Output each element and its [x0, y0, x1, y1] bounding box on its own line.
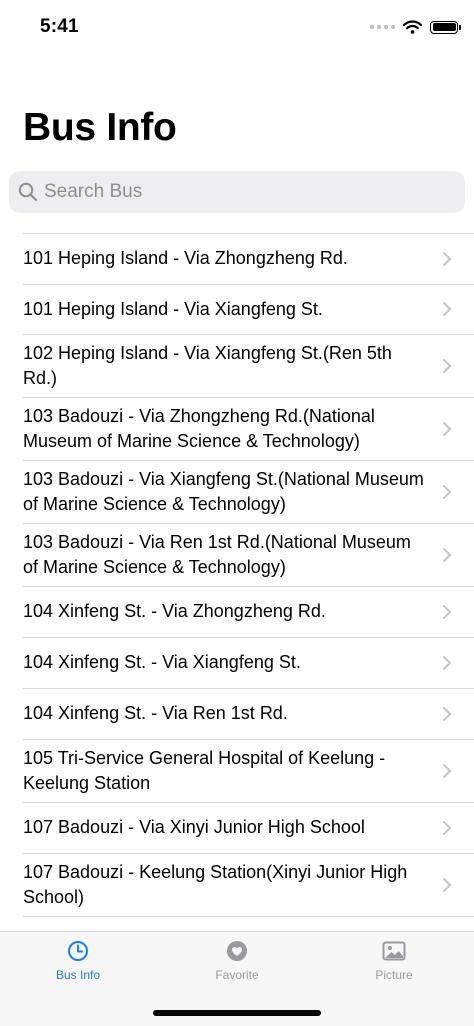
chevron-right-icon: [443, 820, 451, 835]
search-bar[interactable]: [9, 171, 465, 213]
route-row[interactable]: 104 Xinfeng St. - Via Ren 1st Rd.: [0, 688, 474, 739]
route-label: 101 Heping Island - Via Xiangfeng St.: [23, 298, 323, 319]
tab-bus-info[interactable]: Bus Info: [18, 940, 138, 982]
route-row[interactable]: 107 Bisha St. - Keelung Station(Xinyi Ju…: [0, 916, 474, 931]
route-row[interactable]: 104 Xinfeng St. - Via Zhongzheng Rd.: [0, 586, 474, 637]
route-label: 107 Badouzi - Keelung Station(Xinyi Juni…: [23, 861, 408, 907]
chevron-right-icon: [443, 763, 451, 778]
home-indicator: [153, 1010, 321, 1016]
route-label: 104 Xinfeng St. - Via Ren 1st Rd.: [23, 703, 288, 723]
tab-label: Bus Info: [55, 968, 101, 982]
route-label: 103 Badouzi - Via Xiangfeng St.(National…: [23, 468, 424, 514]
route-row[interactable]: 101 Heping Island - Via Zhongzheng Rd.: [0, 233, 474, 284]
route-label: 102 Heping Island - Via Xiangfeng St.(Re…: [23, 342, 392, 388]
chevron-right-icon: [443, 706, 451, 721]
status-icons: [370, 20, 461, 34]
photo-icon: [382, 941, 406, 961]
route-label: 103 Badouzi - Via Zhongzheng Rd.(Nationa…: [23, 405, 375, 451]
chevron-right-icon: [443, 604, 451, 619]
tab-label: Picture: [375, 968, 413, 982]
route-label: 105 Tri-Service General Hospital of Keel…: [23, 747, 386, 793]
route-row[interactable]: 103 Badouzi - Via Ren 1st Rd.(National M…: [0, 523, 474, 586]
battery-icon: [430, 20, 461, 34]
route-label: 104 Xinfeng St. - Via Zhongzheng Rd.: [23, 601, 326, 621]
clock-icon: [68, 941, 88, 961]
chevron-right-icon: [443, 655, 451, 670]
chevron-right-icon: [443, 251, 451, 266]
chevron-right-icon: [443, 302, 451, 316]
route-label: 104 Xinfeng St. - Via Xiangfeng St.: [23, 652, 301, 672]
tab-picture[interactable]: Picture: [334, 940, 454, 982]
wifi-icon: [403, 20, 422, 34]
route-list: 101 Heping Island - Via Zhongzheng Rd. 10…: [0, 233, 474, 931]
route-row[interactable]: 107 Badouzi - Via Xinyi Junior High Scho…: [0, 802, 474, 853]
route-row[interactable]: 104 Xinfeng St. - Via Xiangfeng St.: [0, 637, 474, 688]
chevron-right-icon: [443, 484, 451, 499]
route-label: 107 Badouzi - Via Xinyi Junior High Scho…: [23, 817, 365, 837]
chevron-right-icon: [443, 877, 451, 892]
route-label: 103 Badouzi - Via Ren 1st Rd.(National M…: [23, 531, 411, 577]
search-icon: [18, 182, 38, 202]
chevron-right-icon: [443, 421, 451, 436]
route-label: 101 Heping Island - Via Zhongzheng Rd.: [23, 248, 348, 268]
tab-favorite[interactable]: Favorite: [177, 940, 297, 982]
route-row[interactable]: 105 Tri-Service General Hospital of Keel…: [0, 739, 474, 802]
tab-label: Favorite: [215, 968, 259, 982]
route-row[interactable]: 103 Badouzi - Via Zhongzheng Rd.(Nationa…: [0, 397, 474, 460]
chevron-right-icon: [443, 547, 451, 562]
chevron-right-icon: [443, 358, 451, 373]
heart-icon: [227, 941, 247, 961]
route-row[interactable]: 107 Badouzi - Keelung Station(Xinyi Juni…: [0, 853, 474, 916]
route-row[interactable]: 101 Heping Island - Via Xiangfeng St.: [0, 284, 474, 334]
route-row[interactable]: 103 Badouzi - Via Xiangfeng St.(National…: [0, 460, 474, 523]
search-input[interactable]: [44, 181, 444, 203]
route-row[interactable]: 102 Heping Island - Via Xiangfeng St.(Re…: [0, 334, 474, 397]
status-bar: 5:41: [0, 0, 474, 56]
signal-dots-icon: [370, 25, 395, 29]
status-time: 5:41: [40, 16, 79, 37]
page-title: Bus Info: [23, 106, 177, 149]
